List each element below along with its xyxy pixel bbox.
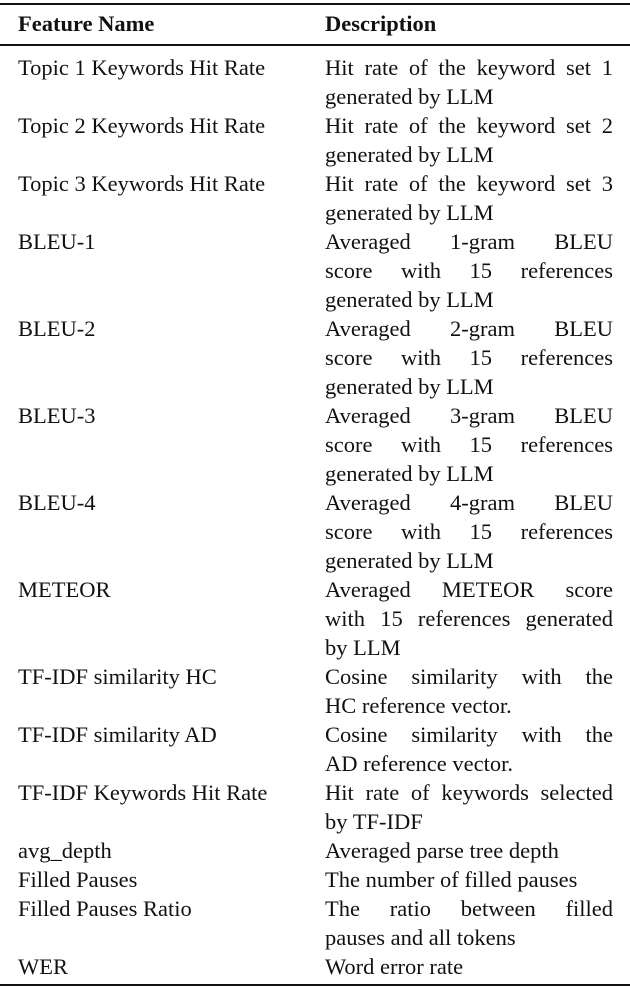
feature-name-cell: BLEU-3 xyxy=(18,403,96,428)
feature-name-cell: METEOR xyxy=(18,577,111,602)
description-line: generated by LLM xyxy=(325,84,494,109)
feature-name-cell: BLEU-1 xyxy=(18,229,96,254)
description-line: Hit rate of the keyword set 2 xyxy=(325,113,613,138)
feature-name-cell: BLEU-2 xyxy=(18,316,96,341)
table-row: TF-IDF similarity HC Cosine similarity wi… xyxy=(0,662,630,720)
description-line: Averaged 3-gram BLEU xyxy=(325,403,613,428)
table-body: Topic 1 Keywords Hit Rate Hit rate of the… xyxy=(0,53,630,981)
table-row: BLEU-2 Averaged 2-gram BLEU score with 15 … xyxy=(0,314,630,401)
description-line: generated by LLM xyxy=(325,200,494,225)
table-row: WER Word error rate xyxy=(0,952,630,981)
description-line: The ratio between filled xyxy=(325,896,613,921)
feature-name-cell: TF-IDF Keywords Hit Rate xyxy=(18,780,268,805)
description-line: generated by LLM xyxy=(325,374,494,399)
table-row: BLEU-1 Averaged 1-gram BLEU score with 15 … xyxy=(0,227,630,314)
description-line: Averaged 2-gram BLEU xyxy=(325,316,613,341)
table-header-rule xyxy=(0,44,630,46)
description-line: with 15 references generated xyxy=(325,606,613,631)
feature-name-cell: WER xyxy=(18,954,68,979)
description-line: The number of filled pauses xyxy=(325,867,578,892)
description-line: Cosine similarity with the xyxy=(325,664,613,689)
description-line: Hit rate of keywords selected xyxy=(325,780,613,805)
description-line: Word error rate xyxy=(325,954,464,979)
table-top-rule xyxy=(0,3,630,5)
description-line: score with 15 references xyxy=(325,519,613,544)
header-description: Description xyxy=(325,11,437,36)
header-feature-name: Feature Name xyxy=(18,11,155,36)
table-row: METEOR Averaged METEOR score with 15 refer… xyxy=(0,575,630,662)
description-line: by LLM xyxy=(325,635,401,660)
description-line: generated by LLM xyxy=(325,548,494,573)
description-line: pauses and all tokens xyxy=(325,925,516,950)
feature-name-cell: TF-IDF similarity HC xyxy=(18,664,217,689)
description-cell: Word error rate xyxy=(0,952,630,981)
description-line: Averaged METEOR score xyxy=(325,577,613,602)
feature-name-cell: TF-IDF similarity AD xyxy=(18,722,217,747)
table-row: BLEU-4 Averaged 4-gram BLEU score with 15 … xyxy=(0,488,630,575)
table-row: TF-IDF similarity AD Cosine similarity wi… xyxy=(0,720,630,778)
table-row: Topic 3 Keywords Hit Rate Hit rate of the… xyxy=(0,169,630,227)
description-line: generated by LLM xyxy=(325,142,494,167)
table-row: Filled Pauses Ratio The ratio between fil… xyxy=(0,894,630,952)
feature-name-cell: BLEU-4 xyxy=(18,490,96,515)
description-line: Averaged 1-gram BLEU xyxy=(325,229,613,254)
description-line: score with 15 references xyxy=(325,432,613,457)
description-line: Hit rate of the keyword set 1 xyxy=(325,55,613,80)
table-row: avg_depth Averaged parse tree depth xyxy=(0,836,630,865)
description-line: by TF-IDF xyxy=(325,809,423,834)
description-line: HC reference vector. xyxy=(325,693,512,718)
description-line: generated by LLM xyxy=(325,461,494,486)
description-line: Cosine similarity with the xyxy=(325,722,613,747)
description-line: Hit rate of the keyword set 3 xyxy=(325,171,613,196)
feature-name-cell: Filled Pauses Ratio xyxy=(18,896,192,921)
table-row: Topic 2 Keywords Hit Rate Hit rate of the… xyxy=(0,111,630,169)
description-line: score with 15 references xyxy=(325,258,613,283)
feature-name-cell: Topic 2 Keywords Hit Rate xyxy=(18,113,266,138)
description-line: Averaged 4-gram BLEU xyxy=(325,490,613,515)
feature-name-cell: avg_depth xyxy=(18,838,112,863)
description-line: AD reference vector. xyxy=(325,751,514,776)
table-row: Topic 1 Keywords Hit Rate Hit rate of the… xyxy=(0,53,630,111)
description-line: Averaged parse tree depth xyxy=(325,838,559,863)
table-row: TF-IDF Keywords Hit Rate Hit rate of keyw… xyxy=(0,778,630,836)
description-line: generated by LLM xyxy=(325,287,494,312)
feature-name-cell: Filled Pauses xyxy=(18,867,138,892)
description-line: score with 15 references xyxy=(325,345,613,370)
table-bottom-rule xyxy=(0,984,630,986)
feature-name-cell: Topic 1 Keywords Hit Rate xyxy=(18,55,266,80)
feature-name-cell: Topic 3 Keywords Hit Rate xyxy=(18,171,266,196)
table-row: BLEU-3 Averaged 3-gram BLEU score with 15 … xyxy=(0,401,630,488)
table-row: Filled Pauses The number of filled pauses xyxy=(0,865,630,894)
